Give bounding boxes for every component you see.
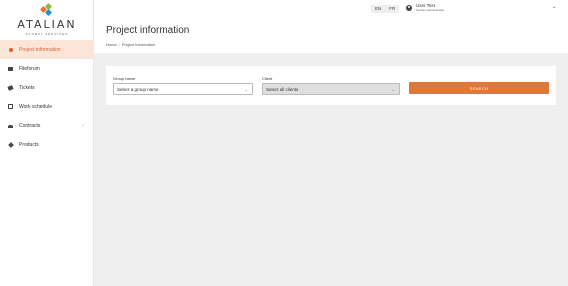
people-icon (8, 123, 14, 129)
folder-icon (8, 66, 14, 72)
sidebar-item-fileforum[interactable]: Fileforum (0, 59, 94, 78)
tag-icon (8, 141, 14, 148)
breadcrumb: Home / Project information (106, 42, 155, 47)
group-name-select[interactable]: Select a group name ⌄ (113, 83, 253, 95)
chevron-down-icon: ⌄ (244, 87, 248, 92)
breadcrumb-current: Project information (121, 42, 156, 47)
client-label: Client (262, 76, 273, 81)
sidebar-nav: Project information Fileforum Tickets Wo… (0, 40, 94, 154)
chevron-down-icon: ⌄ (391, 87, 395, 92)
calendar-icon (8, 104, 14, 110)
client-select[interactable]: Select all clients ⌄ (262, 83, 400, 95)
sidebar-item-products[interactable]: Products (0, 135, 94, 154)
language-switcher: EN FR (371, 5, 400, 13)
ticket-icon (7, 84, 14, 91)
brand-tagline: GLOBAL SERVICES (25, 32, 69, 36)
language-fr-button[interactable]: FR (385, 5, 399, 13)
dot-icon (8, 47, 14, 53)
sidebar-item-label: Project information (19, 46, 61, 53)
sidebar-item-label: Contracts (19, 122, 41, 129)
chevron-right-icon: › (82, 122, 84, 129)
client-value: Select all clients (266, 86, 299, 92)
page-title: Project information (106, 25, 190, 36)
avatar-icon (406, 4, 412, 11)
sidebar: ATALIAN GLOBAL SERVICES Project informat… (0, 0, 94, 286)
sidebar-item-label: Products (19, 141, 39, 148)
language-en-button[interactable]: EN (371, 5, 385, 13)
sidebar-item-work-schedule[interactable]: Work schedule (0, 97, 94, 116)
sidebar-item-label: Work schedule (19, 103, 52, 110)
sidebar-item-label: Fileforum (19, 65, 40, 72)
brand-name: ATALIAN (17, 18, 77, 31)
breadcrumb-separator: / (118, 42, 120, 47)
user-menu[interactable]: User Test System Administrator (406, 3, 444, 12)
sidebar-item-project-information[interactable]: Project information (0, 40, 94, 59)
logo[interactable]: ATALIAN GLOBAL SERVICES (0, 2, 94, 36)
sidebar-item-tickets[interactable]: Tickets (0, 78, 94, 97)
sidebar-item-contracts[interactable]: Contracts › (0, 116, 94, 135)
filter-card: Group name Select a group name ⌄ Client … (106, 66, 556, 105)
breadcrumb-home[interactable]: Home (106, 42, 117, 47)
sidebar-item-label: Tickets (19, 84, 35, 91)
logo-mark-icon (39, 2, 53, 17)
user-role: System Administrator (416, 8, 445, 12)
chevron-down-icon[interactable]: ⌄ (552, 4, 556, 10)
group-name-value: Select a group name (117, 86, 159, 92)
search-button[interactable]: SEARCH (409, 82, 549, 94)
group-name-label: Group name (113, 76, 136, 81)
